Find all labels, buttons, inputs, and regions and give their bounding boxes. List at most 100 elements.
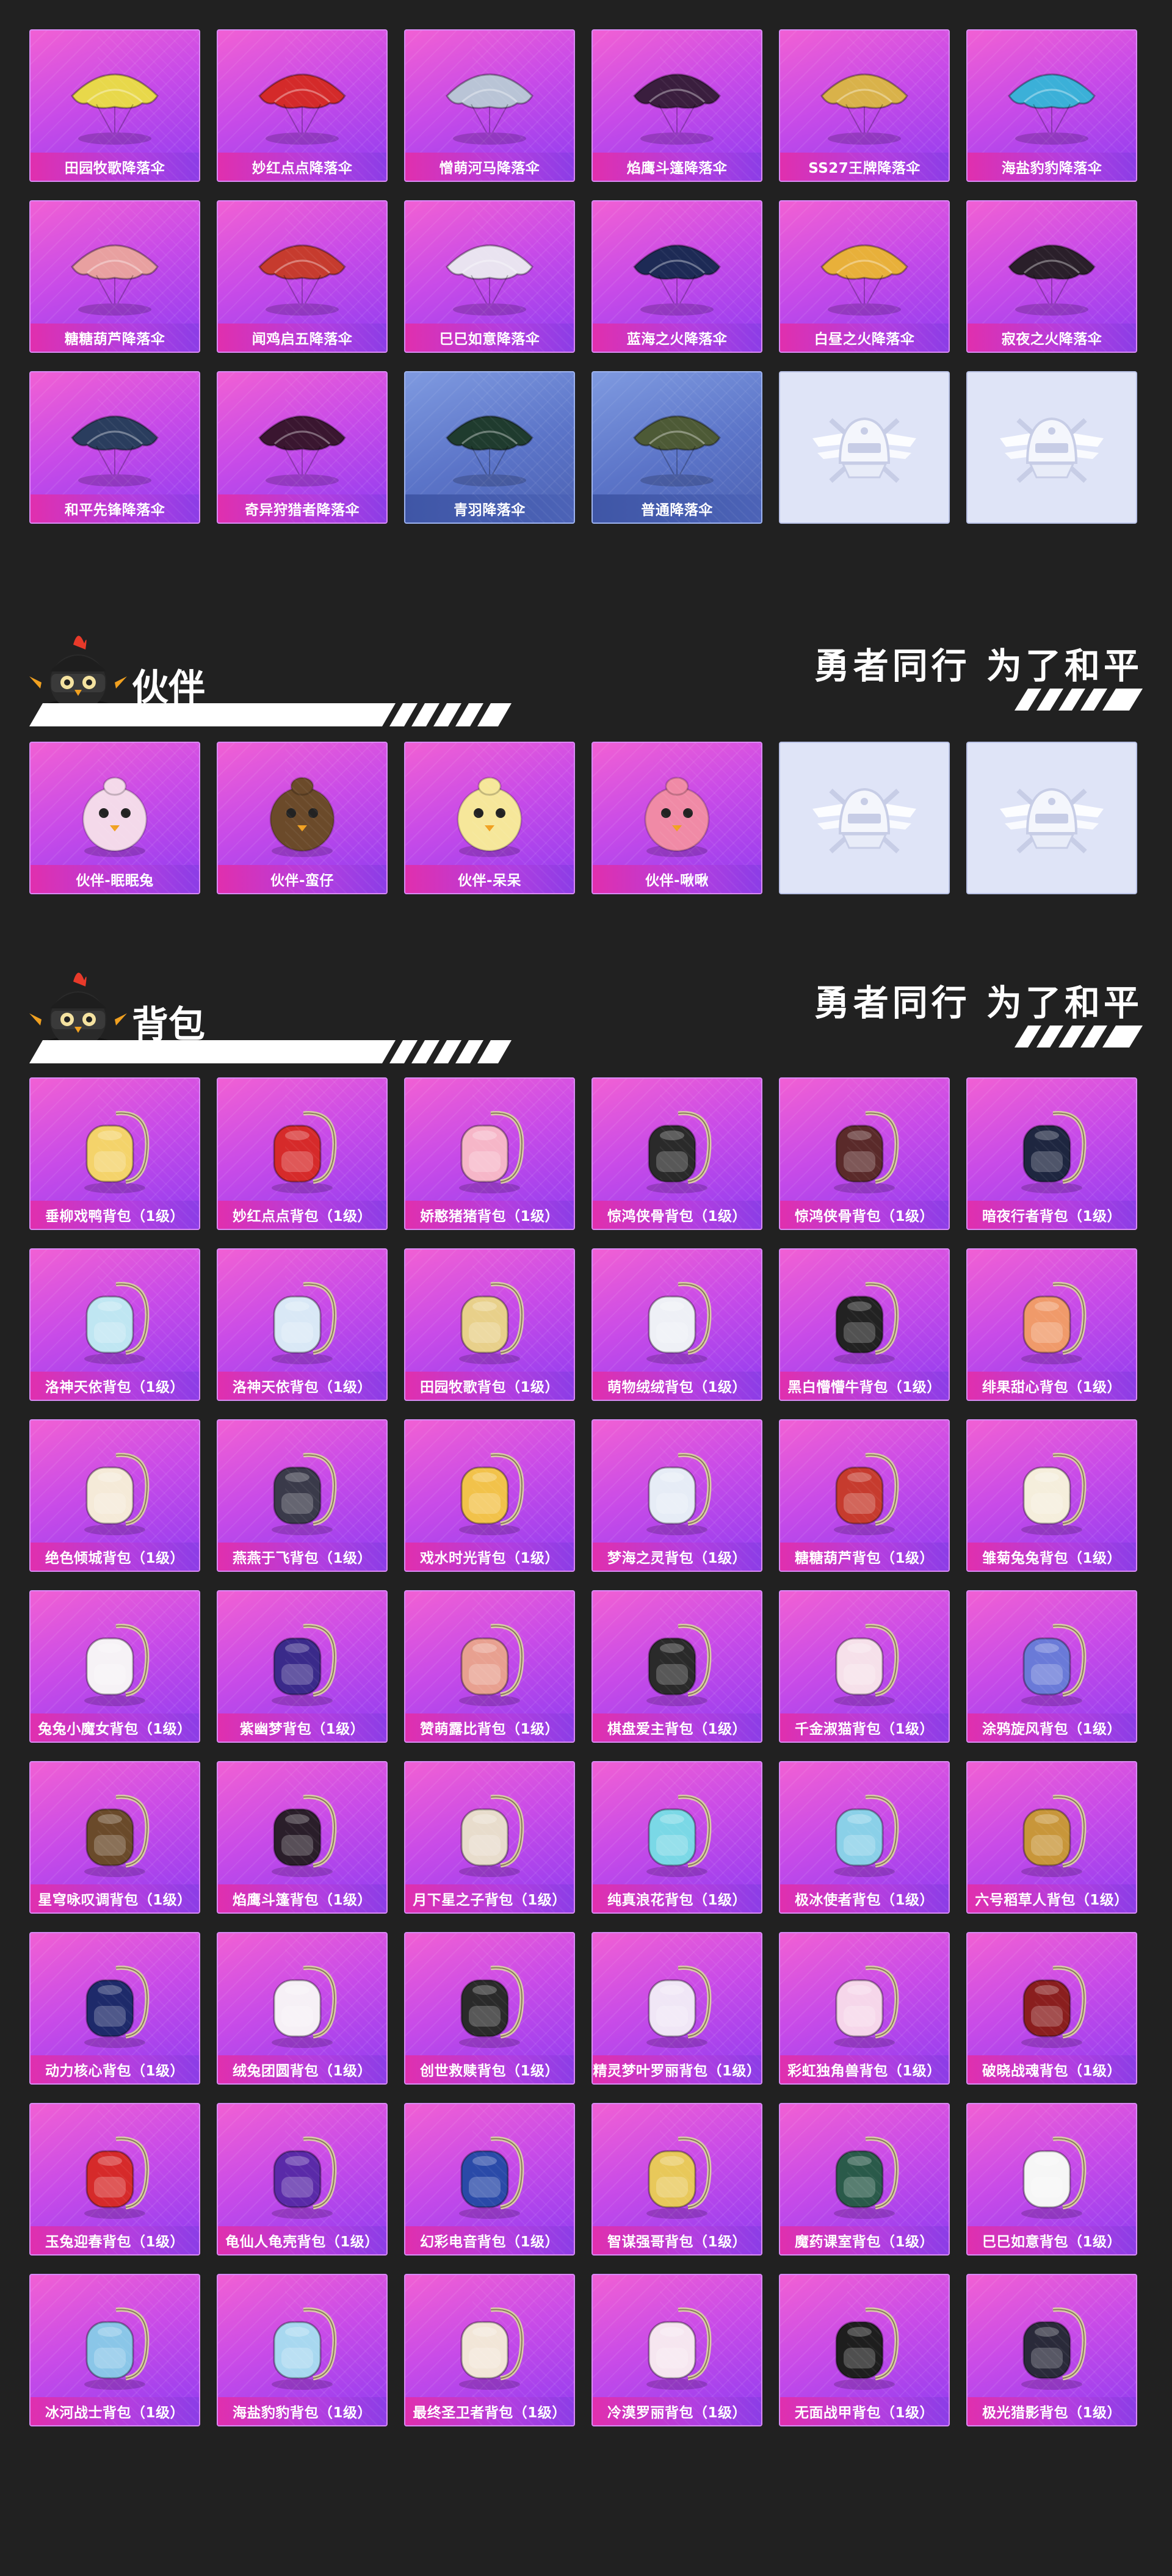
parachute-item[interactable]: 闻鸡启五降落伞 <box>217 200 388 353</box>
backpack-item[interactable]: 娇憨猪猪背包（1级） <box>404 1077 575 1230</box>
companion-item[interactable]: 伙伴-啾啾 <box>591 742 762 894</box>
backpack-item[interactable]: 妙红点点背包（1级） <box>217 1077 388 1230</box>
backpack-item[interactable]: 最终圣卫者背包（1级） <box>404 2274 575 2426</box>
backpack-item[interactable]: 星穹咏叹调背包（1级） <box>29 1761 200 1914</box>
item-label: 绝色倾城背包（1级） <box>31 1543 199 1571</box>
backpack-item[interactable]: 糖糖葫芦背包（1级） <box>779 1419 950 1572</box>
backpack-item[interactable]: 幻彩电音背包（1级） <box>404 2103 575 2256</box>
backpack-item[interactable]: 涂鸦旋风背包（1级） <box>966 1590 1137 1743</box>
companion-item[interactable]: 伙伴-眠眠兔 <box>29 742 200 894</box>
parachute-icon <box>820 244 908 316</box>
backpack-item[interactable]: 紫幽梦背包（1级） <box>217 1590 388 1743</box>
backpack-item[interactable]: 千金淑猫背包（1级） <box>779 1590 950 1743</box>
backpack-item[interactable]: 海盐豹豹背包（1级） <box>217 2274 388 2426</box>
backpack-icon <box>459 1111 524 1193</box>
backpack-item[interactable]: 洛神天依背包（1级） <box>29 1248 200 1401</box>
backpack-item[interactable]: 黑白懵懵牛背包（1级） <box>779 1248 950 1401</box>
backpack-item[interactable]: 动力核心背包（1级） <box>29 1932 200 2085</box>
parachute-item[interactable]: 普通降落伞 <box>591 371 762 524</box>
backpack-icon <box>272 1795 337 1877</box>
backpack-item[interactable]: 智谋强哥背包（1级） <box>591 2103 762 2256</box>
parachute-icon <box>71 415 159 487</box>
backpack-item[interactable]: 魔药课室背包（1级） <box>779 2103 950 2256</box>
backpack-item[interactable]: 惊鸿侠骨背包（1级） <box>779 1077 950 1230</box>
backpack-item[interactable]: 纯真浪花背包（1级） <box>591 1761 762 1914</box>
companion-item[interactable]: 伙伴-呆呆 <box>404 742 575 894</box>
backpack-item[interactable]: 极冰使者背包（1级） <box>779 1761 950 1914</box>
backpack-item[interactable]: 六号稻草人背包（1级） <box>966 1761 1137 1914</box>
backpack-item[interactable]: 玉兔迎春背包（1级） <box>29 2103 200 2256</box>
backpack-item[interactable]: 萌物绒绒背包（1级） <box>591 1248 762 1401</box>
backpack-item[interactable]: 破晓战魂背包（1级） <box>966 1932 1137 2085</box>
backpack-item[interactable]: 无面战甲背包（1级） <box>779 2274 950 2426</box>
companion-item[interactable]: 伙伴-蛮仔 <box>217 742 388 894</box>
backpack-item[interactable]: 绯果甜心背包（1级） <box>966 1248 1137 1401</box>
backpack-item[interactable]: 绝色倾城背包（1级） <box>29 1419 200 1572</box>
parachute-item[interactable]: 青羽降落伞 <box>404 371 575 524</box>
item-label: 绒兔团圆背包（1级） <box>218 2055 386 2083</box>
item-label: 娇憨猪猪背包（1级） <box>405 1201 574 1229</box>
backpack-icon <box>1021 1111 1087 1193</box>
item-label: 奇异狩猎者降落伞 <box>218 494 386 523</box>
backpack-item[interactable]: 赞萌露比背包（1级） <box>404 1590 575 1743</box>
backpack-icon <box>84 2307 150 2390</box>
backpack-icon <box>272 1966 337 2048</box>
parachute-icon <box>446 73 534 145</box>
backpack-item[interactable]: 精灵梦叶罗丽背包（1级） <box>591 1932 762 2085</box>
helmet-crest-icon <box>1000 417 1104 483</box>
backpack-item[interactable]: 棋盘爱主背包（1级） <box>591 1590 762 1743</box>
parachute-item[interactable]: 妙红点点降落伞 <box>217 29 388 182</box>
backpack-item[interactable]: 兔兔小魔女背包（1级） <box>29 1590 200 1743</box>
backpack-item[interactable]: 燕燕于飞背包（1级） <box>217 1419 388 1572</box>
backpack-icon <box>272 1282 337 1364</box>
parachute-item[interactable]: 田园牧歌降落伞 <box>29 29 200 182</box>
parachute-item[interactable]: 海盐豹豹降落伞 <box>966 29 1137 182</box>
item-label: 玉兔迎春背包（1级） <box>31 2226 199 2254</box>
backpack-item[interactable]: 梦海之灵背包（1级） <box>591 1419 762 1572</box>
backpack-item[interactable]: 戏水时光背包（1级） <box>404 1419 575 1572</box>
backpack-item[interactable]: 洛神天依背包（1级） <box>217 1248 388 1401</box>
backpack-item[interactable]: 雏菊兔兔背包（1级） <box>966 1419 1137 1572</box>
backpack-icon <box>272 1111 337 1193</box>
backpack-item[interactable]: 焰鹰斗篷背包（1级） <box>217 1761 388 1914</box>
backpack-item[interactable]: 月下星之子背包（1级） <box>404 1761 575 1914</box>
backpack-icon <box>646 2307 712 2390</box>
backpack-item[interactable]: 彩虹独角兽背包（1级） <box>779 1932 950 2085</box>
item-label: 最终圣卫者背包（1级） <box>405 2397 574 2425</box>
parachute-item[interactable]: SS27王牌降落伞 <box>779 29 950 182</box>
backpack-item[interactable]: 暗夜行者背包（1级） <box>966 1077 1137 1230</box>
parachute-item[interactable]: 寂夜之火降落伞 <box>966 200 1137 353</box>
parachute-item[interactable]: 憎萌河马降落伞 <box>404 29 575 182</box>
empty-slot <box>779 742 950 894</box>
backpack-item[interactable]: 垂柳戏鸭背包（1级） <box>29 1077 200 1230</box>
parachute-item[interactable]: 和平先锋降落伞 <box>29 371 200 524</box>
backpack-item[interactable]: 龟仙人龟壳背包（1级） <box>217 2103 388 2256</box>
item-label: 六号稻草人背包（1级） <box>968 1884 1136 1912</box>
backpack-icon <box>84 1795 150 1877</box>
backpack-icon <box>459 2136 524 2219</box>
parachute-item[interactable]: 焰鹰斗篷降落伞 <box>591 29 762 182</box>
backpack-item[interactable]: 田园牧歌背包（1级） <box>404 1248 575 1401</box>
backpack-icon <box>646 1111 712 1193</box>
backpack-item[interactable]: 巳巳如意背包（1级） <box>966 2103 1137 2256</box>
item-label: 妙红点点背包（1级） <box>218 1201 386 1229</box>
backpack-item[interactable]: 极光猎影背包（1级） <box>966 2274 1137 2426</box>
slogan-stripes <box>1015 1026 1143 1047</box>
item-label: 田园牧歌降落伞 <box>31 153 199 181</box>
item-label: 海盐豹豹降落伞 <box>968 153 1136 181</box>
parachute-icon <box>71 244 159 316</box>
parachute-item[interactable]: 糖糖葫芦降落伞 <box>29 200 200 353</box>
section-slogan: 勇者同行 为了和平 <box>814 982 1143 1024</box>
parachute-item[interactable]: 白昼之火降落伞 <box>779 200 950 353</box>
backpack-item[interactable]: 创世救赎背包（1级） <box>404 1932 575 2085</box>
backpack-item[interactable]: 惊鸿侠骨背包（1级） <box>591 1077 762 1230</box>
empty-slot <box>966 742 1137 894</box>
backpack-icon <box>834 1111 899 1193</box>
backpack-item[interactable]: 冷漠罗丽背包（1级） <box>591 2274 762 2426</box>
backpack-item[interactable]: 冰河战士背包（1级） <box>29 2274 200 2426</box>
parachute-item[interactable]: 巳巳如意降落伞 <box>404 200 575 353</box>
backpack-item[interactable]: 绒兔团圆背包（1级） <box>217 1932 388 2085</box>
parachute-item[interactable]: 奇异狩猎者降落伞 <box>217 371 388 524</box>
item-label: 伙伴-呆呆 <box>405 865 574 893</box>
parachute-item[interactable]: 蓝海之火降落伞 <box>591 200 762 353</box>
